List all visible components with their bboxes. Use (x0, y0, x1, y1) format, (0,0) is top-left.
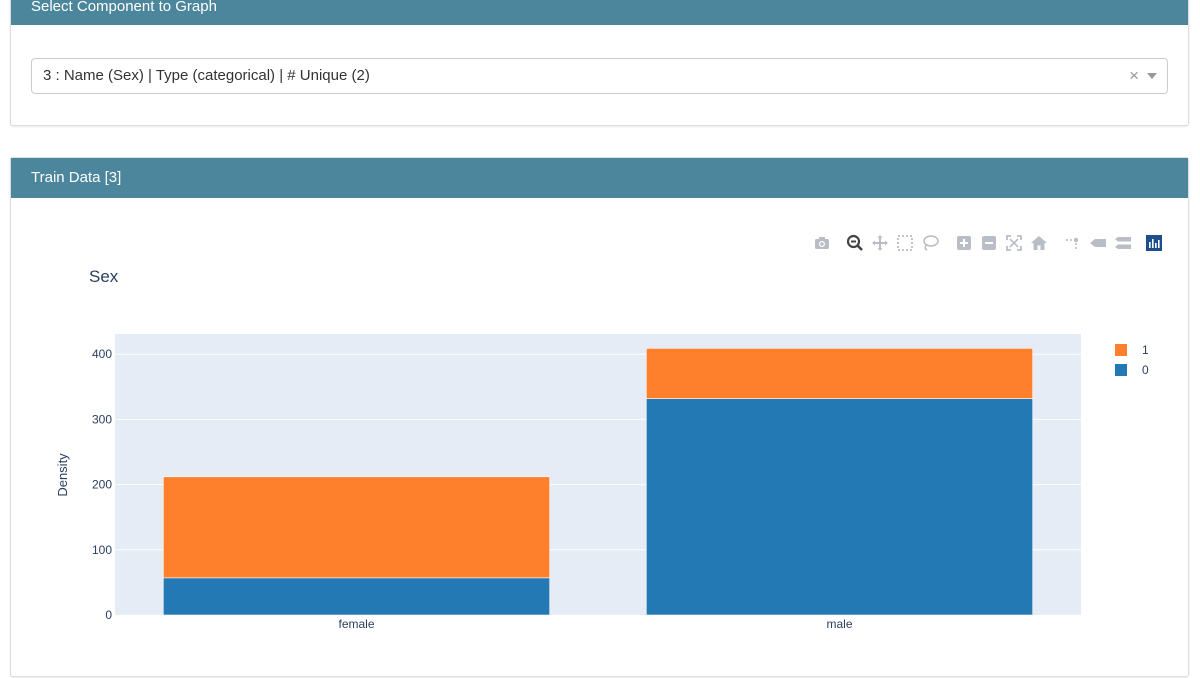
x-tick-label: male (826, 617, 852, 631)
component-select[interactable]: 3 : Name (Sex) | Type (categorical) | # … (31, 58, 1168, 94)
y-tick-label: 300 (92, 412, 112, 426)
bar-female-series-1 (163, 476, 550, 579)
y-tick-label: 400 (92, 347, 112, 361)
bar-male-series-0 (645, 398, 1033, 616)
select-component-card: Select Component to Graph 3 : Name (Sex)… (10, 0, 1189, 126)
clear-icon[interactable]: × (1129, 59, 1139, 93)
legend-swatch (1115, 364, 1127, 376)
y-axis-label: Density (55, 453, 70, 497)
chart-title: Sex (89, 267, 119, 286)
y-tick-label: 0 (105, 608, 112, 622)
bar-chart: Sex Density 0 100 200 300 400 female male 1 0 (55, 267, 1149, 631)
select-component-header: Select Component to Graph (11, 0, 1188, 25)
legend-label: 0 (1142, 363, 1149, 377)
y-tick-label: 200 (92, 478, 112, 492)
chevron-down-icon[interactable] (1147, 73, 1157, 79)
legend-label: 1 (1142, 343, 1149, 357)
bar-female-series-0 (163, 577, 550, 616)
bar-male-series-1 (645, 348, 1033, 399)
train-data-card: Train Data [3] Sex Density 0 100 200 300… (10, 157, 1189, 677)
x-tick-label: female (338, 617, 374, 631)
component-select-value: 3 : Name (Sex) | Type (categorical) | # … (43, 67, 370, 84)
legend-swatch (1115, 344, 1127, 356)
y-tick-label: 100 (92, 543, 112, 557)
